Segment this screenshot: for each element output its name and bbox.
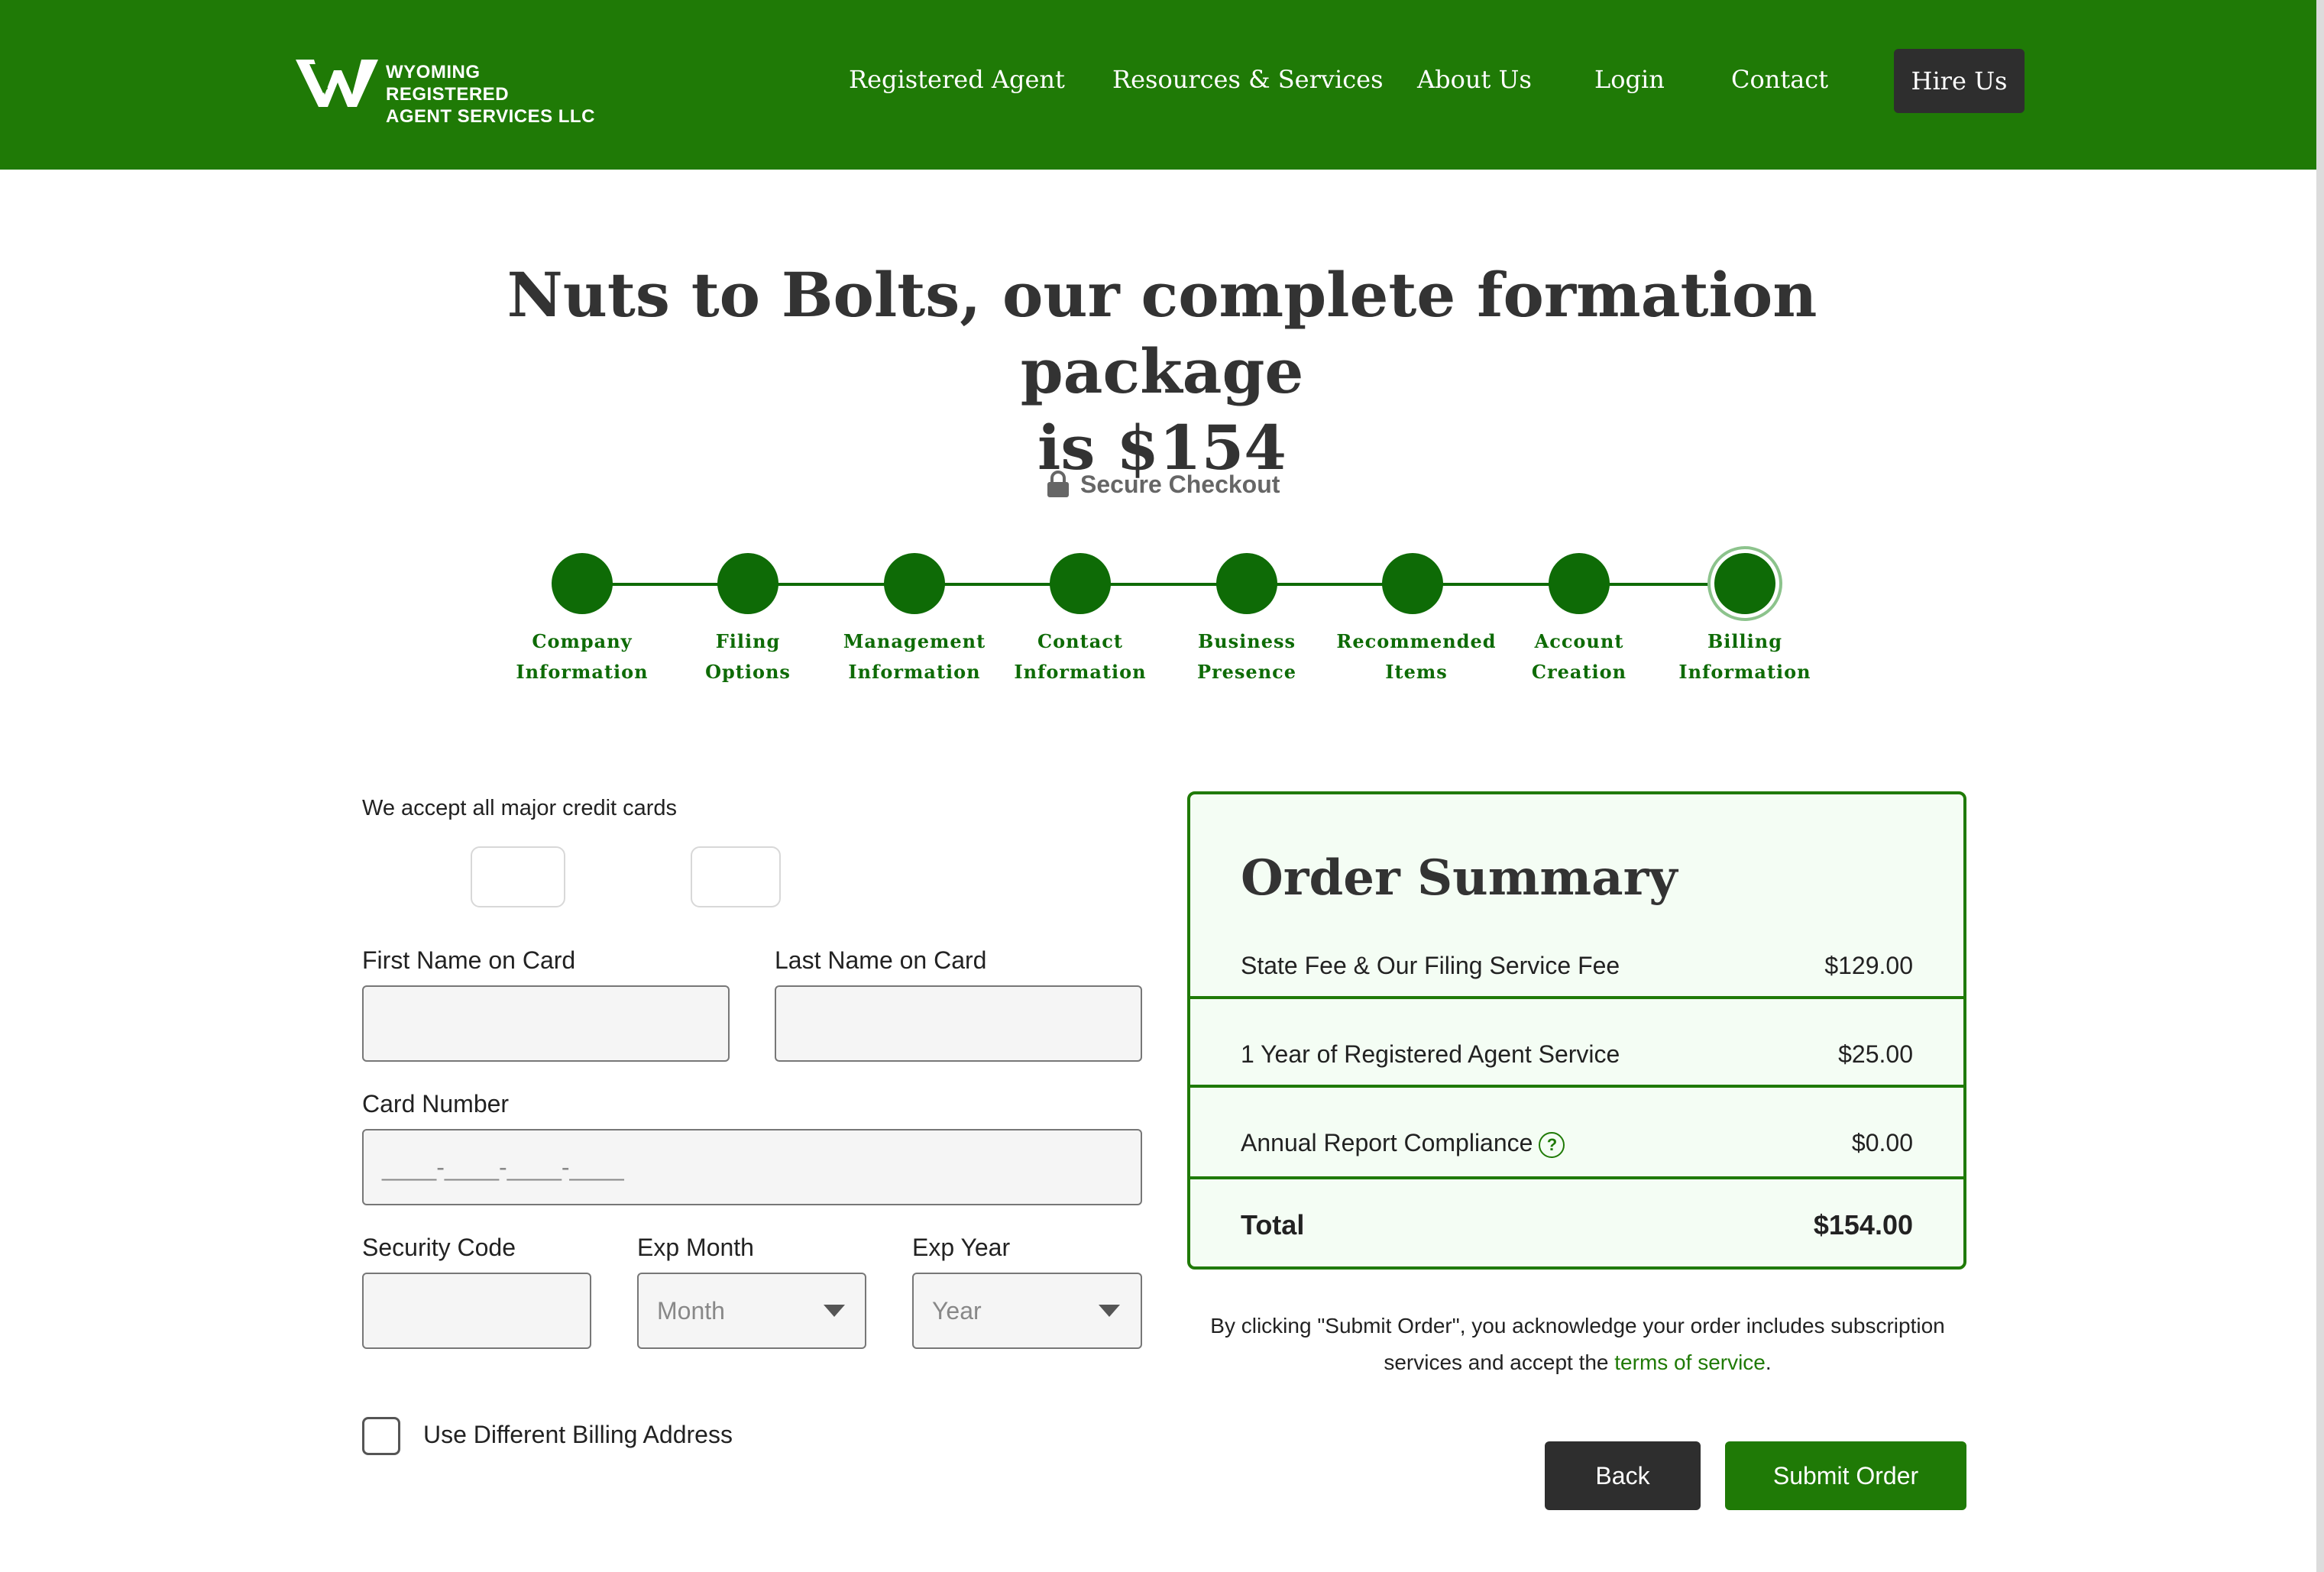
card-number-input[interactable]: ____-____-____-____ <box>362 1129 1142 1205</box>
submit-order-button[interactable]: Submit Order <box>1725 1441 1966 1510</box>
order-disclaimer: By clicking "Submit Order", you acknowle… <box>1192 1308 1963 1381</box>
step-label-line1: Company <box>532 630 633 652</box>
step-label-line1: Contact <box>1037 630 1123 652</box>
step-label-filing-options[interactable]: Filing Options <box>668 626 828 687</box>
company-logo[interactable]: WYOMING REGISTERED AGENT SERVICES LLC <box>294 57 600 127</box>
lock-icon <box>1047 471 1069 497</box>
nav-contact[interactable]: Contact <box>1731 63 1828 96</box>
card-logo-placeholder <box>691 846 781 907</box>
step-label-line2: Information <box>848 661 981 683</box>
step-label-contact-information[interactable]: Contact Information <box>1000 626 1160 687</box>
step-label-billing-information[interactable]: Billing Information <box>1665 626 1825 687</box>
summary-total-label: Total <box>1241 1209 1305 1240</box>
step-label-line2: Options <box>705 661 791 683</box>
summary-divider <box>1190 1085 1963 1088</box>
step-label-recommended-items[interactable]: Recommended Items <box>1336 626 1497 687</box>
order-summary-title: Order Summary <box>1241 849 1678 907</box>
nav-registered-agent[interactable]: Registered Agent <box>849 63 1065 96</box>
step-label-company-information[interactable]: Company Information <box>502 626 662 687</box>
exp-year-select[interactable]: Year <box>912 1273 1142 1349</box>
secure-checkout-label: Secure Checkout <box>1080 471 1280 498</box>
logo-text: WYOMING REGISTERED AGENT SERVICES LLC <box>386 61 600 128</box>
disclaimer-prefix: services and accept the <box>1384 1350 1615 1374</box>
help-icon[interactable]: ? <box>1539 1131 1565 1158</box>
disclaimer-line1: By clicking "Submit Order", you acknowle… <box>1210 1314 1945 1337</box>
step-label-account-creation[interactable]: Account Creation <box>1499 626 1659 687</box>
security-code-input[interactable] <box>362 1273 591 1349</box>
card-number-label: Card Number <box>362 1090 510 1118</box>
exp-year-label: Exp Year <box>912 1234 1011 1261</box>
step-label-business-presence[interactable]: Business Presence <box>1167 626 1327 687</box>
terms-of-service-link[interactable]: terms of service <box>1614 1350 1766 1374</box>
summary-row-value: $129.00 <box>1824 952 1913 979</box>
exp-month-label: Exp Month <box>637 1234 754 1261</box>
first-name-input[interactable] <box>362 985 730 1062</box>
site-header: WYOMING REGISTERED AGENT SERVICES LLC Re… <box>0 0 2324 170</box>
last-name-input[interactable] <box>775 985 1142 1062</box>
step-label-line1: Filing <box>715 630 781 652</box>
step-label-line1: Recommended <box>1336 630 1497 652</box>
exp-month-select[interactable]: Month <box>637 1273 866 1349</box>
page-title-line1: Nuts to Bolts, our complete formation pa… <box>507 259 1817 407</box>
step-label-line2: Information <box>1678 661 1811 683</box>
first-name-label: First Name on Card <box>362 946 576 974</box>
accepted-cards-note: We accept all major credit cards <box>362 796 678 820</box>
exp-year-value: Year <box>932 1297 982 1325</box>
different-billing-label[interactable]: Use Different Billing Address <box>423 1419 733 1450</box>
logo-text-line2: AGENT SERVICES LLC <box>386 106 595 127</box>
security-code-label: Security Code <box>362 1234 516 1261</box>
step-label-line2: Creation <box>1531 661 1627 683</box>
step-dot-management-information[interactable] <box>884 553 945 614</box>
nav-about-us[interactable]: About Us <box>1417 63 1532 96</box>
step-label-line2: Information <box>1014 661 1147 683</box>
step-dot-billing-information[interactable] <box>1714 553 1775 614</box>
step-label-line1: Management <box>843 630 986 652</box>
summary-divider <box>1190 1176 1963 1179</box>
summary-divider <box>1190 996 1963 999</box>
summary-row-annual-report: Annual Report Compliance? <box>1241 1126 1565 1160</box>
step-label-line1: Billing <box>1707 630 1782 652</box>
order-summary: Order Summary State Fee & Our Filing Ser… <box>1187 791 1966 1270</box>
step-dot-account-creation[interactable] <box>1549 553 1610 614</box>
logo-text-line1: WYOMING REGISTERED <box>386 62 510 105</box>
last-name-label: Last Name on Card <box>775 946 987 974</box>
different-billing-checkbox[interactable] <box>362 1417 400 1455</box>
summary-row-value: $25.00 <box>1838 1040 1913 1068</box>
summary-row-label: State Fee & Our Filing Service Fee <box>1241 952 1620 979</box>
step-label-line2: Items <box>1385 661 1448 683</box>
summary-total-value: $154.00 <box>1813 1209 1913 1240</box>
summary-row-label: Annual Report Compliance <box>1241 1129 1533 1156</box>
card-logo-placeholder <box>471 846 565 907</box>
page-scrollbar[interactable] <box>2316 0 2324 1572</box>
page-title: Nuts to Bolts, our complete formation pa… <box>428 257 1896 486</box>
exp-month-value: Month <box>657 1297 725 1325</box>
chevron-down-icon <box>1099 1305 1120 1317</box>
step-dot-filing-options[interactable] <box>717 553 778 614</box>
nav-login[interactable]: Login <box>1594 63 1665 96</box>
step-label-line2: Presence <box>1196 661 1297 683</box>
step-label-line2: Information <box>516 661 649 683</box>
back-button[interactable]: Back <box>1545 1441 1701 1510</box>
step-dot-contact-information[interactable] <box>1050 553 1111 614</box>
disclaimer-line2: services and accept the terms of service… <box>1192 1344 1963 1381</box>
summary-row-value: $0.00 <box>1851 1129 1913 1156</box>
step-label-management-information[interactable]: Management Information <box>834 626 995 687</box>
step-label-line1: Business <box>1197 630 1296 652</box>
chevron-down-icon <box>824 1305 845 1317</box>
summary-row-label: 1 Year of Registered Agent Service <box>1241 1040 1620 1068</box>
disclaimer-suffix: . <box>1765 1350 1772 1374</box>
nav-resources-services[interactable]: Resources & Services <box>1112 63 1383 96</box>
step-label-line1: Account <box>1534 630 1624 652</box>
step-dot-recommended-items[interactable] <box>1382 553 1443 614</box>
step-dot-business-presence[interactable] <box>1216 553 1277 614</box>
logo-w-icon <box>296 60 378 107</box>
hire-us-button[interactable]: Hire Us <box>1894 49 2025 113</box>
step-dot-company-information[interactable] <box>552 553 613 614</box>
